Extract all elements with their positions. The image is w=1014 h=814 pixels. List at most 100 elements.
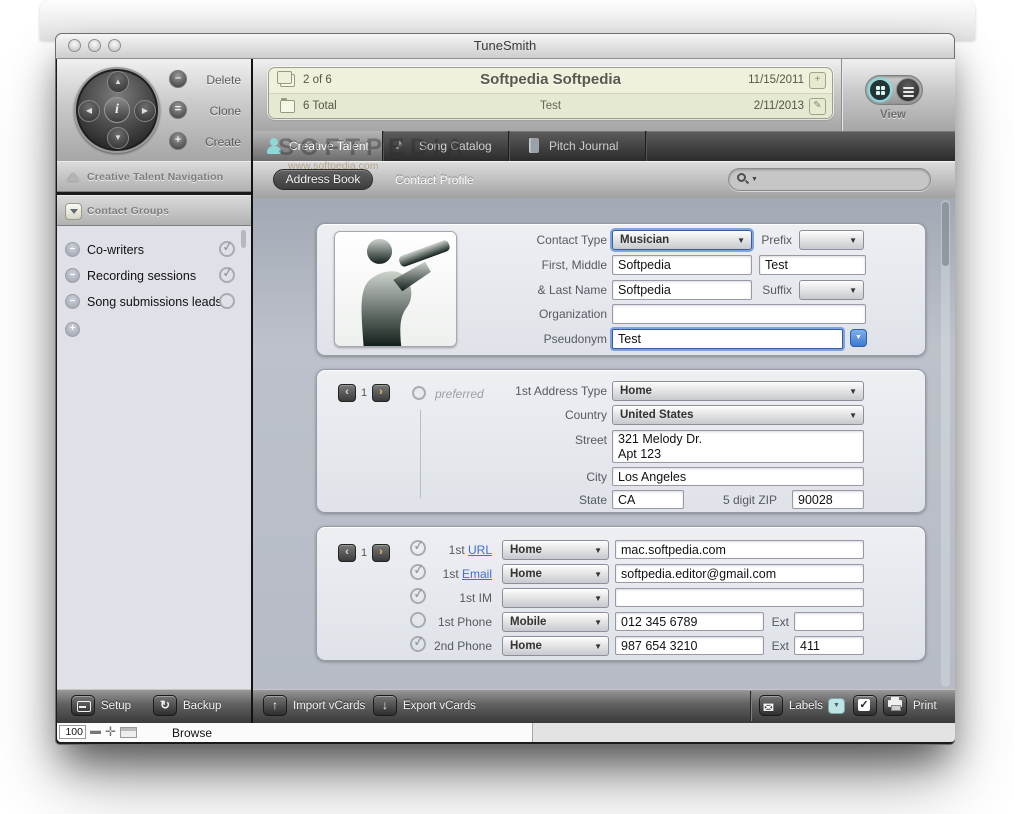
im-type-dropdown[interactable]: ▼ xyxy=(502,588,609,608)
edit-record-icon[interactable]: ✎ xyxy=(809,98,826,115)
print-label: Print xyxy=(913,700,937,712)
chevron-down-icon: ▼ xyxy=(594,546,602,555)
list-item[interactable]: – Song submissions leads xyxy=(57,292,251,314)
export-vcards-button[interactable]: ↓ xyxy=(373,695,397,716)
add-record-icon[interactable]: + xyxy=(809,72,826,89)
city-field[interactable] xyxy=(612,467,864,486)
next-method-button[interactable]: › xyxy=(372,544,390,562)
chevron-left-icon[interactable]: ◀ xyxy=(78,100,100,122)
country-value: United States xyxy=(620,409,694,421)
phone1-ext-field[interactable] xyxy=(794,612,864,631)
group-selected-icon[interactable] xyxy=(219,267,235,283)
list-item[interactable]: – Co-writers xyxy=(57,240,251,262)
phone2-field[interactable] xyxy=(615,636,764,655)
preferred-radio[interactable] xyxy=(412,386,426,400)
country-dropdown[interactable]: United States ▼ xyxy=(612,405,864,425)
main-scroll-thumb[interactable] xyxy=(942,202,949,266)
phone2-type-dropdown[interactable]: Home ▼ xyxy=(502,636,609,656)
phone2-ext-field[interactable] xyxy=(794,636,864,655)
organization-field[interactable] xyxy=(612,304,866,324)
state-field[interactable] xyxy=(612,490,684,509)
group-selected-icon[interactable] xyxy=(219,293,235,309)
middle-name-field[interactable] xyxy=(759,255,866,275)
group-label: Song submissions leads xyxy=(87,295,222,309)
chevron-down-icon[interactable]: ▼ xyxy=(107,127,129,149)
setup-button[interactable] xyxy=(71,695,95,716)
print-button[interactable] xyxy=(883,695,907,716)
status-controls-area: 100 ▬ ✛ Browse xyxy=(57,723,533,742)
zip-field[interactable] xyxy=(792,490,864,509)
header-divider xyxy=(841,59,842,131)
email-type-dropdown[interactable]: Home ▼ xyxy=(502,564,609,584)
chevron-down-icon: ▼ xyxy=(594,642,602,651)
url-type-dropdown[interactable]: Home ▼ xyxy=(502,540,609,560)
backup-label: Backup xyxy=(183,700,221,712)
phone2-type-value: Home xyxy=(510,640,542,652)
search-input[interactable]: ▼ xyxy=(728,168,931,191)
chevron-down-icon: ▼ xyxy=(849,236,857,245)
url-field[interactable] xyxy=(615,540,864,559)
labels-dropdown-icon[interactable]: ▼ xyxy=(828,698,845,714)
add-group-icon[interactable]: + xyxy=(65,322,80,337)
list-item[interactable]: – Recording sessions xyxy=(57,266,251,288)
city-label: City xyxy=(477,470,607,484)
tab-pitch-journal[interactable]: Pitch Journal xyxy=(513,131,646,161)
chevron-right-icon[interactable]: ▶ xyxy=(134,100,156,122)
journal-icon xyxy=(525,137,543,155)
url-label: 1st URL xyxy=(417,543,492,557)
labels-button[interactable]: ✉ xyxy=(759,695,783,716)
list-view-icon[interactable] xyxy=(896,78,920,102)
street-field[interactable]: 321 Melody Dr. Apt 123 xyxy=(612,430,864,463)
import-vcards-button[interactable]: ↑ xyxy=(263,695,287,716)
subtab-contact-profile[interactable]: Contact Profile xyxy=(395,173,474,187)
backup-button[interactable]: ↻ xyxy=(153,695,177,716)
record-row-total: 6 Total Test 2/11/2013 ✎ xyxy=(269,93,832,118)
guitarist-silhouette xyxy=(335,232,456,346)
method-index: 1 xyxy=(361,547,367,559)
sidebar-scrollbar[interactable] xyxy=(241,230,246,248)
remove-group-icon[interactable]: – xyxy=(65,242,80,257)
address-type-dropdown[interactable]: Home ▼ xyxy=(612,381,864,401)
group-label: Co-writers xyxy=(87,243,144,257)
search-scope-chevron-icon[interactable]: ▼ xyxy=(751,176,758,183)
contact-groups-list: – Co-writers – Recording sessions – Song… xyxy=(57,226,251,689)
date-modified: 2/11/2013 xyxy=(754,100,804,112)
url-link[interactable]: URL xyxy=(468,543,492,557)
prev-address-button[interactable]: ‹ xyxy=(338,384,356,402)
import-arrow-icon: ↑ xyxy=(272,698,278,712)
prefix-dropdown[interactable]: ▼ xyxy=(799,230,864,250)
first-name-field[interactable] xyxy=(612,255,752,275)
remove-group-icon[interactable]: – xyxy=(65,294,80,309)
pseudonym-dropdown-icon[interactable]: ▼ xyxy=(850,329,867,347)
address-divider xyxy=(420,410,421,498)
pseudonym-field[interactable] xyxy=(612,329,843,349)
prev-method-button[interactable]: ‹ xyxy=(338,544,356,562)
email-field[interactable] xyxy=(615,564,864,583)
zoom-out-icon[interactable]: ▬ xyxy=(90,725,101,737)
layout-toggle-icon[interactable] xyxy=(120,727,137,738)
export-vcards-label: Export vCards xyxy=(403,700,476,712)
main-scroll-track[interactable] xyxy=(941,200,950,687)
next-address-button[interactable]: › xyxy=(372,384,390,402)
print-options-button[interactable]: ✓ xyxy=(853,695,877,716)
phone1-type-dropdown[interactable]: Mobile ▼ xyxy=(502,612,609,632)
contact-photo[interactable] xyxy=(334,231,457,347)
chevron-up-icon[interactable]: ▲ xyxy=(107,71,129,93)
zoom-level-field[interactable]: 100 xyxy=(59,725,86,739)
disclosure-icon[interactable] xyxy=(65,203,82,220)
phone1-field[interactable] xyxy=(615,612,764,631)
email-link[interactable]: Email xyxy=(462,567,492,581)
remove-group-icon[interactable]: – xyxy=(65,268,80,283)
create-label: Create xyxy=(181,135,241,149)
im-field[interactable] xyxy=(615,588,864,607)
sidebar-groups-header[interactable]: Contact Groups xyxy=(57,195,251,226)
group-selected-icon[interactable] xyxy=(219,241,235,257)
zoom-in-icon[interactable]: ✛ xyxy=(105,724,116,740)
sidebar-nav-header[interactable]: Creative Talent Navigation xyxy=(57,161,251,192)
group-label: Recording sessions xyxy=(87,269,196,283)
mode-selector[interactable]: Browse xyxy=(172,726,212,740)
info-icon[interactable]: i xyxy=(104,97,130,123)
subtab-address-book[interactable]: Address Book xyxy=(273,169,373,190)
suffix-dropdown[interactable]: ▼ xyxy=(799,280,864,300)
grid-view-icon[interactable] xyxy=(868,78,892,102)
